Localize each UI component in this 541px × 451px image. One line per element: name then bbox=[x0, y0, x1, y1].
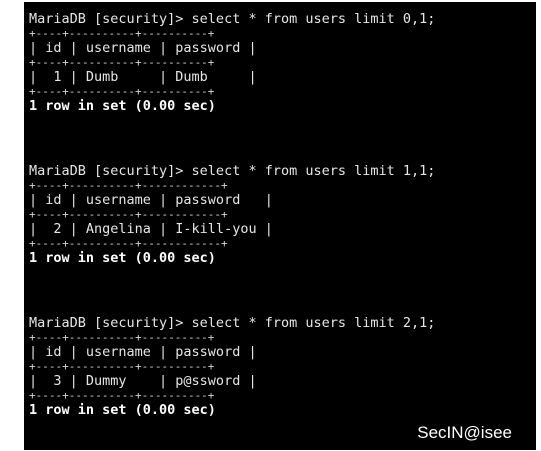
query-block-2: MariaDB [security]> select * from users … bbox=[29, 162, 435, 268]
query-block-1: MariaDB [security]> select * from users … bbox=[29, 10, 435, 116]
table-border-mid: +----+----------+----------+ bbox=[29, 56, 215, 69]
query-block-3: MariaDB [security]> select * from users … bbox=[29, 314, 435, 420]
result-summary: 1 row in set (0.00 sec) bbox=[29, 402, 216, 418]
table-border-bottom: +----+----------+------------+ bbox=[29, 237, 228, 250]
table-border-top: +----+----------+----------+ bbox=[29, 331, 215, 344]
table-border-mid: +----+----------+----------+ bbox=[29, 360, 215, 373]
watermark-text: SecIN@isee bbox=[417, 423, 512, 442]
result-summary: 1 row in set (0.00 sec) bbox=[29, 98, 216, 114]
table-border-bottom: +----+----------+----------+ bbox=[29, 389, 215, 402]
result-summary: 1 row in set (0.00 sec) bbox=[29, 250, 216, 266]
table-border-mid: +----+----------+------------+ bbox=[29, 208, 228, 221]
table-border-top: +----+----------+----------+ bbox=[29, 27, 215, 40]
table-border-top: +----+----------+------------+ bbox=[29, 179, 228, 192]
table-border-bottom: +----+----------+----------+ bbox=[29, 85, 215, 98]
terminal-window[interactable]: MariaDB [security]> select * from users … bbox=[24, 2, 536, 450]
